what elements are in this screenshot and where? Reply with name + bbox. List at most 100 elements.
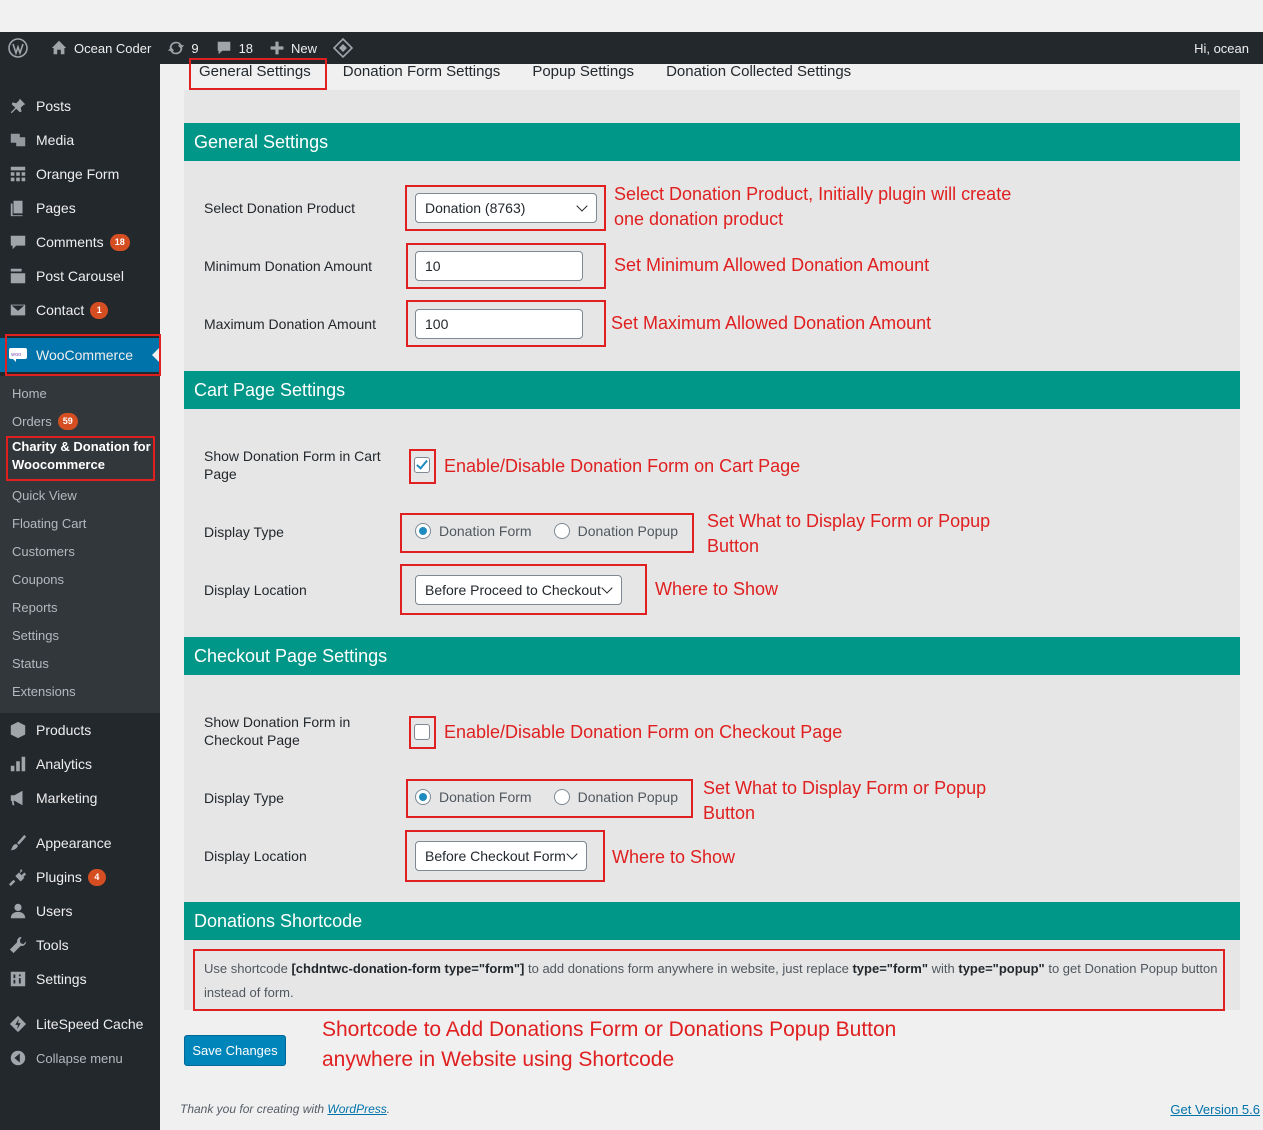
contact-badge: 1	[90, 301, 109, 319]
comment-icon	[8, 232, 28, 252]
cart-display-type-label: Display Type	[204, 524, 284, 540]
submenu-item-extensions[interactable]: Extensions	[12, 677, 76, 705]
annotation-cart-enable: Enable/Disable Donation Form on Cart Pag…	[444, 456, 801, 476]
annotation-box-shortcode	[193, 949, 1225, 1011]
grid-icon	[8, 164, 28, 184]
general-settings-header: General Settings	[184, 123, 1240, 161]
menu-item-settings[interactable]: Settings	[0, 962, 160, 996]
get-version-link[interactable]: Get Version 5.6	[1170, 1102, 1260, 1117]
menu-item-products[interactable]: Products	[0, 713, 160, 747]
mail-icon	[8, 300, 28, 320]
annotation-product: Select Donation Product, Initially plugi…	[614, 184, 1012, 229]
updates-count: 9	[191, 40, 199, 56]
plugins-badge: 4	[87, 868, 106, 886]
admin-sidebar: Posts Media Orange Form Pages Comments 1…	[0, 64, 160, 1130]
submenu-item-coupons[interactable]: Coupons	[12, 565, 64, 593]
menu-item-marketing[interactable]: Marketing	[0, 781, 160, 815]
submenu-item-orders[interactable]: Orders 59	[12, 407, 78, 435]
save-changes-button[interactable]: Save Changes	[184, 1035, 286, 1066]
menu-label: Plugins	[36, 869, 82, 885]
menu-label: Orange Form	[36, 166, 120, 182]
carousel-icon	[8, 266, 28, 286]
min-label: Minimum Donation Amount	[204, 258, 373, 274]
greeting: Hi, ocean	[1194, 40, 1249, 56]
annotation-box-checkout-type	[406, 779, 693, 818]
menu-item-plugins[interactable]: Plugins 4	[0, 860, 160, 894]
shortcode-header: Donations Shortcode	[184, 902, 1240, 940]
menu-label: Users	[36, 903, 73, 919]
paintbrush-icon	[8, 833, 28, 853]
collapse-menu-button[interactable]: Collapse menu	[0, 1041, 160, 1075]
annotation-box-charity-menu	[6, 436, 155, 481]
menu-label: Settings	[36, 971, 87, 987]
submenu-item-floating-cart[interactable]: Floating Cart	[12, 509, 86, 537]
comment-icon	[217, 41, 230, 55]
bar-chart-icon	[8, 754, 28, 774]
annotation-box-product	[405, 185, 606, 231]
home-icon	[51, 40, 67, 55]
orders-badge: 59	[57, 412, 78, 430]
menu-item-tools[interactable]: Tools	[0, 928, 160, 962]
submenu-item-settings[interactable]: Settings	[12, 621, 59, 649]
sliders-icon	[8, 969, 28, 989]
wrench-icon	[8, 935, 28, 955]
menu-item-litespeed-cache[interactable]: LiteSpeed Cache	[0, 1007, 160, 1041]
box-icon	[8, 720, 28, 740]
submenu-item-status[interactable]: Status	[12, 649, 49, 677]
comments-count: 18	[238, 40, 254, 56]
menu-label: Media	[36, 132, 75, 148]
litespeed-icon	[8, 1014, 28, 1034]
menu-item-posts[interactable]: Posts	[0, 89, 160, 123]
footer-thanks: Thank you for creating with WordPress.	[180, 1102, 390, 1116]
menu-item-pages[interactable]: Pages	[0, 191, 160, 225]
menu-item-contact[interactable]: Contact 1	[0, 293, 160, 327]
annotation-box-max	[406, 300, 606, 347]
annotation-box-checkout-location	[405, 830, 605, 882]
submenu-item-home[interactable]: Home	[12, 379, 47, 407]
menu-item-appearance[interactable]: Appearance	[0, 826, 160, 860]
annotation-checkout-enable: Enable/Disable Donation Form on Checkout…	[444, 722, 843, 742]
submenu-item-reports[interactable]: Reports	[12, 593, 58, 621]
submenu-item-customers[interactable]: Customers	[12, 537, 75, 565]
site-name-link[interactable]: Ocean Coder	[42, 32, 159, 64]
menu-item-orange-form[interactable]: Orange Form	[0, 157, 160, 191]
user-icon	[8, 901, 28, 921]
tabs-panel	[184, 90, 1240, 123]
product-label: Select Donation Product	[204, 200, 355, 216]
diamond-link[interactable]	[325, 32, 367, 64]
menu-item-post-carousel[interactable]: Post Carousel	[0, 259, 160, 293]
menu-item-comments[interactable]: Comments 18	[0, 225, 160, 259]
tab-popup-settings[interactable]: Popup Settings	[517, 64, 651, 90]
top-strip	[0, 0, 1263, 32]
updates-icon	[168, 41, 185, 55]
footer-text: Thank you for creating with	[180, 1102, 328, 1116]
annotation-min: Set Minimum Allowed Donation Amount	[614, 255, 930, 275]
annotation-max: Set Maximum Allowed Donation Amount	[611, 313, 932, 333]
menu-label: Contact	[36, 302, 85, 318]
site-name: Ocean Coder	[74, 40, 152, 56]
tab-donation-form-settings[interactable]: Donation Form Settings	[328, 64, 518, 90]
diamond-icon	[333, 38, 354, 58]
new-label: New	[291, 40, 318, 56]
menu-label: Post Carousel	[36, 268, 124, 284]
max-label: Maximum Donation Amount	[204, 316, 376, 332]
plug-icon	[8, 867, 28, 887]
menu-label: Analytics	[36, 756, 93, 772]
annotation-checkout-type: Set What to Display Form or Popup Button	[703, 778, 987, 823]
menu-label: Tools	[36, 937, 69, 953]
checkout-display-type-label: Display Type	[204, 790, 284, 806]
menu-label: Appearance	[36, 835, 112, 851]
megaphone-icon	[8, 788, 28, 808]
pin-icon	[8, 96, 28, 116]
wordpress-logo-button[interactable]	[0, 32, 42, 64]
menu-label: Pages	[36, 200, 76, 216]
pages-icon	[8, 198, 28, 218]
tab-donation-collected-settings[interactable]: Donation Collected Settings	[651, 64, 868, 90]
menu-item-media[interactable]: Media	[0, 123, 160, 157]
account-link[interactable]: Hi, ocean	[1186, 32, 1263, 64]
annotation-box-cart-location	[400, 564, 647, 615]
menu-item-analytics[interactable]: Analytics	[0, 747, 160, 781]
menu-item-users[interactable]: Users	[0, 894, 160, 928]
wordpress-link[interactable]: WordPress	[327, 1102, 386, 1116]
submenu-item-quick-view[interactable]: Quick View	[12, 481, 77, 509]
